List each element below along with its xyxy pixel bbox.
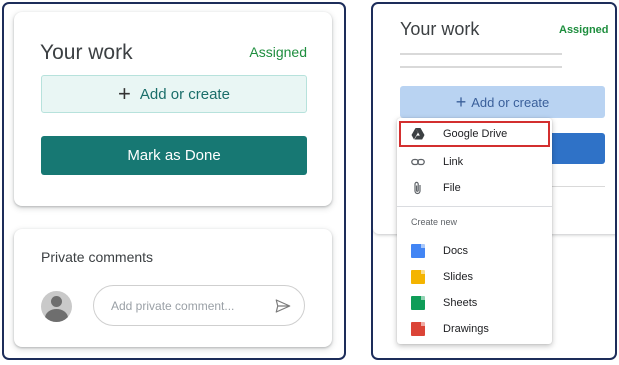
paperclip-icon — [414, 181, 421, 195]
slides-icon — [411, 270, 425, 284]
menu-item-label: Docs — [443, 245, 469, 257]
placeholder-line — [400, 53, 562, 55]
menu-divider — [397, 206, 552, 207]
placeholder-line — [400, 66, 562, 68]
private-comment-input[interactable]: Add private comment... — [93, 285, 305, 326]
assigned-status: Assigned — [559, 24, 609, 36]
mark-as-done-label: Mark as Done — [127, 147, 221, 164]
menu-item-link[interactable]: Link — [399, 149, 550, 175]
comment-placeholder: Add private comment... — [111, 298, 235, 313]
menu-item-label: Sheets — [443, 297, 478, 309]
avatar — [41, 291, 72, 322]
private-comments-card: Private comments Add private comment... — [14, 229, 332, 347]
menu-item-label: Slides — [443, 271, 473, 283]
menu-item-label: Drawings — [443, 323, 489, 335]
your-work-title: Your work — [400, 19, 480, 39]
plus-icon: + — [118, 81, 131, 106]
left-screenshot-panel: Your work Assigned + Add or create Mark … — [2, 2, 346, 360]
menu-item-label: Google Drive — [443, 128, 508, 140]
drawings-icon — [411, 322, 425, 336]
mark-as-done-button[interactable]: Mark as Done — [41, 136, 307, 175]
menu-item-label: File — [443, 182, 461, 194]
google-drive-icon — [411, 128, 425, 140]
sheets-icon — [411, 296, 425, 310]
add-or-create-label: Add or create — [471, 94, 550, 110]
plus-icon: + — [455, 92, 467, 112]
menu-item-sheets[interactable]: Sheets — [399, 290, 550, 316]
add-or-create-button[interactable]: + Add or create — [400, 86, 605, 118]
menu-item-label: Link — [443, 156, 464, 168]
menu-item-docs[interactable]: Docs — [399, 238, 550, 264]
menu-item-google-drive[interactable]: Google Drive — [399, 121, 550, 147]
your-work-title: Your work — [40, 41, 133, 64]
send-icon[interactable] — [274, 297, 292, 315]
add-or-create-label: Add or create — [139, 85, 230, 103]
menu-item-slides[interactable]: Slides — [399, 264, 550, 290]
create-new-section-label: Create new — [411, 217, 458, 227]
private-comments-title: Private comments — [41, 249, 154, 265]
link-icon — [411, 158, 425, 166]
docs-icon — [411, 244, 425, 258]
menu-item-file[interactable]: File — [399, 175, 550, 201]
assigned-status: Assigned — [249, 44, 307, 60]
menu-item-drawings[interactable]: Drawings — [399, 316, 550, 342]
your-work-card: Your work Assigned + Add or create Mark … — [14, 12, 332, 206]
add-or-create-menu: Google Drive Link File Create new Docs S… — [397, 118, 552, 344]
right-screenshot-panel: Your work Assigned + Add or create Googl… — [371, 2, 617, 360]
add-or-create-button[interactable]: + Add or create — [41, 75, 307, 113]
